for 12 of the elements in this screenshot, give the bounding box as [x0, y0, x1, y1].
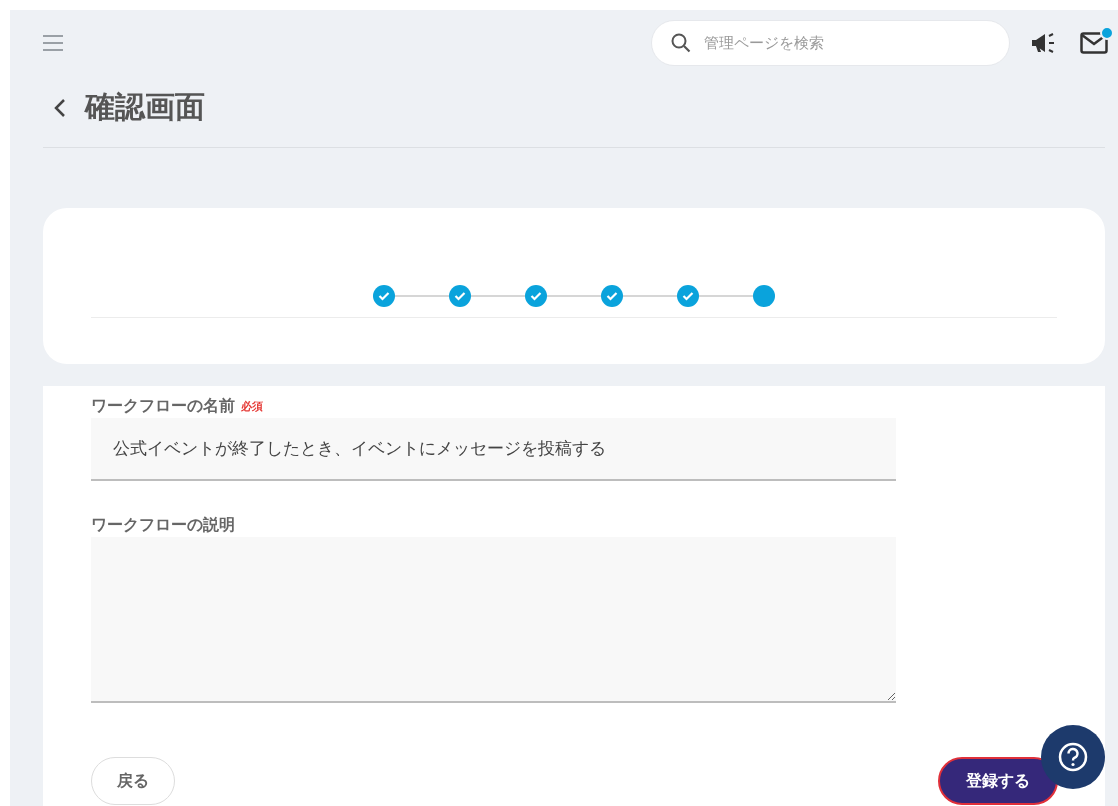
- back-chevron-icon[interactable]: [53, 97, 67, 118]
- search-icon: [671, 33, 691, 53]
- name-input-field[interactable]: 公式イベントが終了したとき、イベントにメッセージを投稿する: [91, 418, 896, 481]
- required-label: 必須: [241, 398, 263, 414]
- mail-icon[interactable]: [1080, 32, 1108, 54]
- question-mark-icon: [1058, 742, 1088, 772]
- page-title: 確認画面: [85, 88, 205, 126]
- field-label: ワークフローの名前: [91, 395, 235, 417]
- register-button[interactable]: 登録する: [938, 757, 1058, 805]
- search-field[interactable]: 管理ページを検索: [651, 20, 1010, 66]
- field-label: ワークフローの説明: [91, 514, 235, 536]
- back-button[interactable]: 戻る: [91, 757, 175, 805]
